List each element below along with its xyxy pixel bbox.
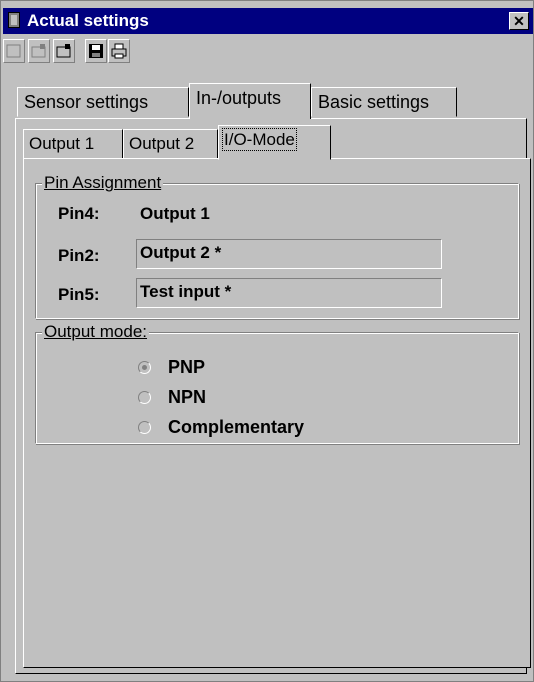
pin2-field[interactable]: Output 2 * [136,239,442,269]
edit-button[interactable] [28,39,50,63]
pin5-value: Test input * [140,282,232,301]
export-button[interactable] [53,39,75,63]
tab-basic-settings[interactable]: Basic settings [311,87,457,117]
output-mode-group: Output mode: PNP NPN Complementary [35,322,519,444]
pin2-value: Output 2 * [140,243,222,262]
pin4-value: Output 1 [140,204,210,223]
print-button[interactable] [108,39,130,63]
app-icon [8,12,20,28]
export-window-icon [56,44,71,58]
main-tabs: Sensor settings In-/outputs Basic settin… [11,83,531,119]
window-title: Actual settings [27,11,149,30]
settings-window: Actual settings ✕ Sensor settings In-/ou… [0,0,534,682]
close-button[interactable]: ✕ [509,12,529,30]
pin5-field[interactable]: Test input * [136,278,442,308]
radio-button-pnp[interactable] [138,361,151,374]
title-bar[interactable]: Actual settings ✕ [3,8,533,34]
tab-output-1[interactable]: Output 1 [23,129,123,159]
save-disk-icon [89,44,103,58]
pin2-label: Pin2: [58,246,100,265]
radio-button-npn[interactable] [138,391,151,404]
tab-io-mode[interactable]: I/O-Mode [218,125,331,160]
tab-io-mode-label: I/O-Mode [222,128,297,151]
radio-button-complementary[interactable] [138,421,151,434]
radio-npn-label: NPN [168,387,207,407]
new-button[interactable] [3,39,25,63]
pin4-label: Pin4: [58,204,100,223]
pin5-label: Pin5: [58,285,100,304]
edit-window-icon [31,44,46,58]
tab-in-outputs[interactable]: In-/outputs [189,83,311,119]
printer-icon [111,43,127,59]
radio-complementary-label: Complementary [168,417,305,437]
radio-pnp-label: PNP [168,357,206,377]
toolbar [3,37,533,67]
pin-assignment-legend: Pin Assignment [42,173,164,193]
tab-output-2[interactable]: Output 2 [123,129,218,159]
output-mode-legend: Output mode: [42,322,150,342]
pin-assignment-group: Pin Assignment Pin4: Output 1 Pin2: Outp… [35,173,519,319]
blank-page-icon [6,44,21,58]
save-button[interactable] [85,39,107,63]
tab-sensor-settings[interactable]: Sensor settings [17,87,189,117]
